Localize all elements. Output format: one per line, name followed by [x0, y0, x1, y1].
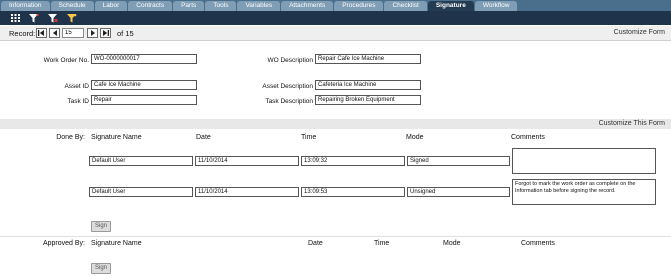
done-by-sign-button[interactable]: Sign: [91, 221, 111, 232]
done-by-row-1-date[interactable]: 11/10/2014: [195, 156, 299, 166]
work-order-no-field[interactable]: WO-0000000017: [91, 54, 197, 64]
tab-procedures[interactable]: Procedures: [334, 1, 384, 11]
approved-by-sign-button[interactable]: Sign: [91, 263, 111, 274]
task-id-label: Task ID: [67, 98, 89, 105]
done-by-row-2-date[interactable]: 11/10/2014: [195, 187, 299, 197]
done-by-row-2-signature-name[interactable]: Default User: [89, 187, 193, 197]
grid-icon[interactable]: [9, 13, 21, 23]
tab-tools[interactable]: Tools: [205, 1, 237, 11]
done-by-header-comments: Comments: [511, 134, 545, 141]
wo-description-label: WO Description: [267, 57, 313, 64]
section-divider: [0, 236, 671, 237]
record-number-input[interactable]: [62, 28, 84, 38]
record-navigator: Record: of 15 Customize Form: [0, 26, 671, 41]
asset-id-field[interactable]: Cafe Ice Machine: [91, 80, 197, 90]
tab-information[interactable]: Information: [1, 1, 50, 11]
tab-schedule[interactable]: Schedule: [50, 1, 94, 11]
approved-by-header-mode: Mode: [443, 240, 461, 247]
filter-clear-icon[interactable]: [47, 13, 59, 23]
filter-saved-icon[interactable]: [66, 13, 78, 23]
filter-icon[interactable]: [28, 13, 40, 23]
tab-workflow[interactable]: Workflow: [474, 1, 518, 11]
task-description-field[interactable]: Repairing Broken Equipment: [315, 95, 421, 105]
tab-checklist[interactable]: Checklist: [384, 1, 427, 11]
work-order-no-label: Work Order No.: [43, 57, 89, 64]
done-by-header-signature-name: Signature Name: [91, 134, 142, 141]
done-by-label: Done By:: [56, 134, 85, 141]
done-by-row-2-comments[interactable]: Forgot to mark the work order as complet…: [512, 179, 656, 205]
asset-description-field[interactable]: Cafeteria Ice Machine: [315, 80, 421, 90]
approved-by-header-comments: Comments: [521, 240, 555, 247]
previous-record-icon: [52, 30, 57, 36]
first-record-button[interactable]: [36, 28, 47, 38]
customize-form-link[interactable]: Customize Form: [614, 29, 665, 36]
done-by-row-1-mode[interactable]: Signed: [407, 156, 510, 166]
approved-by-header-date: Date: [308, 240, 323, 247]
record-label: Record:: [9, 29, 36, 38]
next-record-button[interactable]: [87, 28, 98, 38]
tab-labor[interactable]: Labor: [94, 1, 128, 11]
done-by-header-mode: Mode: [406, 134, 424, 141]
done-by-row-1-comments[interactable]: [512, 148, 656, 174]
done-by-header-time: Time: [301, 134, 317, 141]
asset-id-label: Asset ID: [64, 83, 89, 90]
asset-description-label: Asset Description: [262, 83, 313, 90]
done-by-header-date: Date: [196, 134, 211, 141]
first-record-icon: [38, 30, 44, 36]
done-by-row-2-mode[interactable]: Unsigned: [407, 187, 510, 197]
tab-variables[interactable]: Variables: [237, 1, 281, 11]
next-record-icon: [90, 30, 95, 36]
toolbar: [0, 11, 671, 25]
approved-by-header-time: Time: [374, 240, 390, 247]
tab-attachments[interactable]: Attachments: [281, 1, 334, 11]
signature-section-header: Customize This Form: [0, 119, 671, 129]
done-by-row-2-time[interactable]: 13:09:53: [301, 187, 405, 197]
done-by-row-1-signature-name[interactable]: Default User: [89, 156, 193, 166]
previous-record-button[interactable]: [49, 28, 60, 38]
last-record-icon: [103, 30, 109, 36]
approved-by-label: Approved By:: [42, 240, 85, 247]
record-count: of 15: [117, 29, 134, 38]
wo-description-field[interactable]: Repair Cafe Ice Machine: [315, 54, 421, 64]
tab-contracts[interactable]: Contracts: [128, 1, 173, 11]
tab-bar: Information Schedule Labor Contracts Par…: [0, 0, 671, 11]
tab-parts[interactable]: Parts: [173, 1, 205, 11]
customize-this-form-link[interactable]: Customize This Form: [599, 120, 665, 127]
approved-by-header-signature-name: Signature Name: [91, 240, 142, 247]
task-description-label: Task Description: [265, 98, 313, 105]
tab-signature[interactable]: Signature: [427, 1, 474, 11]
done-by-row-1-time[interactable]: 13:09:32: [301, 156, 405, 166]
last-record-button[interactable]: [100, 28, 111, 38]
task-id-field[interactable]: Repair: [91, 95, 197, 105]
